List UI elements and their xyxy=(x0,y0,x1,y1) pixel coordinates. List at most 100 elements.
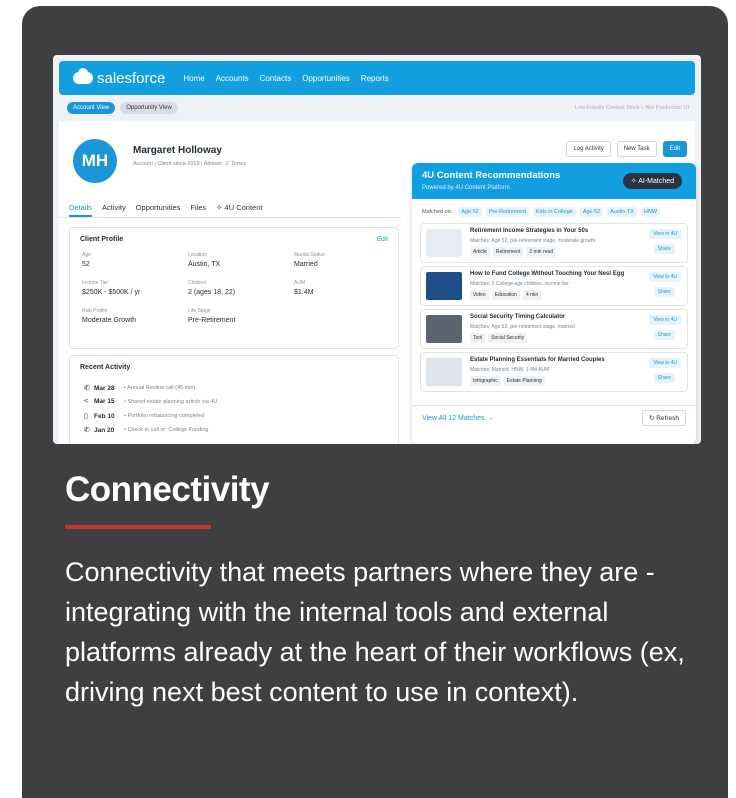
view-in-4u-button[interactable]: View in 4U xyxy=(649,229,681,239)
content-tag: Education xyxy=(491,290,520,300)
matched-tag: Kids in College xyxy=(533,207,576,217)
activity-row[interactable]: ✆ Jan 20 • Check-in call re: College Fun… xyxy=(84,426,208,435)
share-button[interactable]: Share xyxy=(653,287,675,297)
arrow-right-icon: → xyxy=(484,415,494,422)
recommendations-footer-divider xyxy=(412,405,696,406)
view-all-label: View All 12 Matches xyxy=(422,415,485,422)
field-value: Moderate Growth xyxy=(82,317,137,324)
recommendations-title: 4U Content Recommendations xyxy=(422,170,561,181)
activity-row[interactable]: ✆ Mar 28 • Annual Review call (45 min) xyxy=(84,384,196,393)
share-button[interactable]: Share xyxy=(653,373,675,383)
content-tags: Tool Social Security xyxy=(470,333,528,343)
view-in-4u-button[interactable]: View in 4U xyxy=(649,315,681,325)
content-tag: Tool xyxy=(470,333,486,343)
tab-4u-content[interactable]: ✧ 4U Content xyxy=(216,203,262,217)
activity-text: • Portfolio rebalancing completed xyxy=(124,413,205,419)
content-thumbnail xyxy=(426,229,462,257)
content-item[interactable]: Retirement Income Strategies in Your 50s… xyxy=(420,223,688,263)
field-value: $1.4M xyxy=(294,289,314,296)
view-in-4u-button[interactable]: View in 4U xyxy=(649,272,681,282)
tab-activity[interactable]: Activity xyxy=(102,203,126,217)
tab-opportunities[interactable]: Opportunities xyxy=(136,203,181,217)
activity-date: Feb 10 xyxy=(94,412,115,420)
nav-accounts[interactable]: Accounts xyxy=(216,74,249,83)
field-value: 2 (ages 18, 22) xyxy=(188,289,236,296)
field-aum: AUM $1.4M xyxy=(294,280,313,296)
refresh-label: Refresh xyxy=(656,415,679,422)
activity-row[interactable]: < Mar 15 • Shared estate planning articl… xyxy=(84,398,217,405)
nav-opportunities[interactable]: Opportunities xyxy=(302,74,350,83)
section-description: Connectivity that meets partners where t… xyxy=(65,557,685,707)
phone-icon: ✆ xyxy=(84,385,90,392)
recommendations-panel: 4U Content Recommendations Powered by 4U… xyxy=(412,163,696,444)
content-tag: Video xyxy=(470,290,489,300)
field-age: Age 52 xyxy=(82,252,91,268)
content-tag: Retirement xyxy=(492,247,524,257)
salesforce-screenshot: salesforce Home Accounts Contacts Opport… xyxy=(53,55,701,444)
content-item[interactable]: How to Fund College Without Touching You… xyxy=(420,266,688,306)
salesforce-header: salesforce Home Accounts Contacts Opport… xyxy=(59,61,695,95)
client-profile-title: Client Profile xyxy=(80,236,124,243)
recommendations-subtitle: Powered by 4U Content Platform xyxy=(422,185,510,191)
activity-text: • Annual Review call (45 min) xyxy=(124,385,196,391)
document-icon: ▯ xyxy=(84,413,88,420)
heading-underline xyxy=(65,525,211,529)
content-title: Social Security Timing Calculator xyxy=(470,314,566,320)
share-button[interactable]: Share xyxy=(653,330,675,340)
avatar: MH xyxy=(73,139,117,183)
new-task-button[interactable]: New Task xyxy=(616,141,657,157)
content-thumbnail xyxy=(426,272,462,300)
account-view-button[interactable]: Account View xyxy=(67,102,116,114)
content-item[interactable]: Estate Planning Essentials for Married C… xyxy=(420,352,688,392)
content-thumbnail xyxy=(426,358,462,386)
tab-details[interactable]: Details xyxy=(69,203,92,217)
mock-watermark: Low-Fidelity Context Mock – Not Producti… xyxy=(574,105,689,111)
content-tag: Estate Planning xyxy=(503,376,545,386)
activity-row[interactable]: ▯ Feb 10 • Portfolio rebalancing complet… xyxy=(84,412,205,421)
activity-date: Mar 28 xyxy=(94,384,115,392)
edit-button[interactable]: Edit xyxy=(662,141,687,157)
matched-tag: Age 52 xyxy=(579,207,604,217)
content-match: Matches: 2 College-age children, income … xyxy=(470,281,569,287)
field-marital-status: Marital Status Married xyxy=(294,252,325,268)
matched-label: Matched on: xyxy=(422,209,453,215)
view-switcher: Account View Opportunity View Low-Fideli… xyxy=(59,99,695,117)
ai-matched-badge: ✧ AI-Matched xyxy=(622,173,682,189)
client-profile-edit-link[interactable]: Edit xyxy=(377,236,388,243)
field-label: Age xyxy=(82,252,91,258)
content-match: Matches: Age 52, pre-retirement stage, m… xyxy=(470,238,596,244)
field-label: Income Tier xyxy=(82,280,109,286)
opportunity-view-button[interactable]: Opportunity View xyxy=(120,102,178,114)
nav-home[interactable]: Home xyxy=(183,74,204,83)
view-all-matches-link[interactable]: View All 12 Matches → xyxy=(422,415,493,422)
field-value: 52 xyxy=(82,261,90,268)
content-match: Matches: Married, HNW, 1.4M AUM xyxy=(470,367,550,373)
nav-reports[interactable]: Reports xyxy=(361,74,389,83)
salesforce-logo[interactable]: salesforce xyxy=(73,68,165,87)
matched-tags: Matched on: Age 52 Pre-Retirement Kids i… xyxy=(422,207,661,217)
field-label: Children xyxy=(188,280,207,286)
refresh-button[interactable]: ↻ Refresh xyxy=(641,410,686,426)
activity-date: Jan 20 xyxy=(94,426,115,434)
tab-divider xyxy=(59,217,401,218)
field-label: AUM xyxy=(294,280,306,286)
log-activity-button[interactable]: Log Activity xyxy=(566,141,611,157)
field-value: $250K - $500K / yr xyxy=(82,289,141,296)
field-life-stage: Life Stage Pre-Retirement xyxy=(188,308,235,324)
content-title: Retirement Income Strategies in Your 50s xyxy=(470,228,589,234)
client-meta: Account | Client since 2019 | Advisor: J… xyxy=(133,161,247,167)
nav-contacts[interactable]: Contacts xyxy=(260,74,292,83)
view-in-4u-button[interactable]: View in 4U xyxy=(649,358,681,368)
field-label: Risk Profile xyxy=(82,308,108,314)
client-profile-panel: Client Profile Edit Age 52 Location Aust… xyxy=(69,227,399,349)
field-value: Married xyxy=(294,261,318,268)
content-tag: Article xyxy=(470,247,490,257)
tab-files[interactable]: Files xyxy=(190,203,206,217)
client-name: Margaret Holloway xyxy=(133,145,222,156)
content-tag: 4 min xyxy=(522,290,542,300)
ai-matched-label: AI-Matched xyxy=(638,178,674,185)
share-button[interactable]: Share xyxy=(653,244,675,254)
field-value: Pre-Retirement xyxy=(188,317,236,324)
content-item[interactable]: Social Security Timing Calculator Matche… xyxy=(420,309,688,349)
recent-activity-title: Recent Activity xyxy=(80,364,131,371)
